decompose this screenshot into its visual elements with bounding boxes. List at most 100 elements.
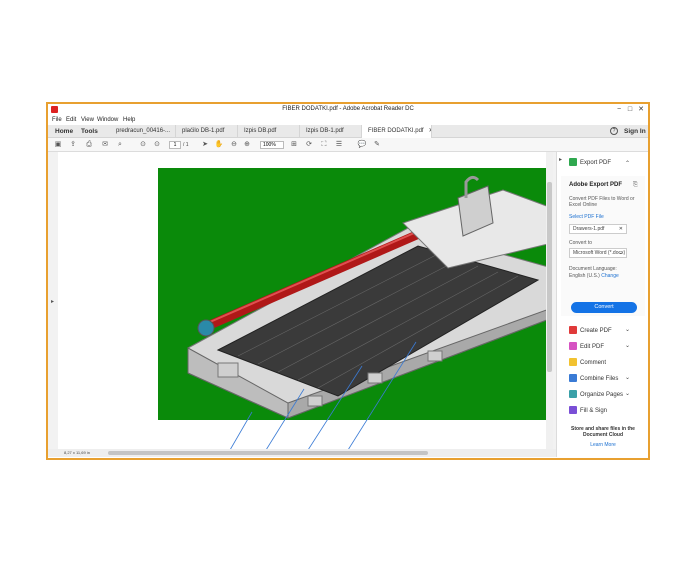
tab-document-active[interactable]: FIBER DODATKI.pdf ✕ [362,125,432,138]
tool-label: Fill & Sign [580,408,608,414]
fit-page-icon[interactable]: ⊞ [289,140,299,150]
convert-to-value: Microsoft Word (*.docx) [573,250,626,256]
help-icon[interactable]: ? [610,127,618,135]
sign-in-link[interactable]: Sign In [624,128,646,135]
combine-files-icon [569,374,577,383]
document-language-label: Document Language: [569,266,617,272]
window-title: FIBER DODATKI.pdf - Adobe Acrobat Reader… [282,106,414,112]
chevron-down-icon[interactable]: ⌄ [625,374,630,381]
menu-bar: File Edit View Window Help [48,116,648,125]
nav-home[interactable]: Home [55,128,73,135]
main-toolbar: ▣ ⇪ ⎙ ✉ ⌕ ⊙ ⊙ 1 / 1 ➤ ✋ ⊖ ⊕ 100% ⊞ ⟳ ⛶ ☰… [48,138,648,152]
horizontal-scrollbar[interactable]: 8,27 x 11,69 in [48,449,556,457]
tab-label: FIBER DODATKI.pdf [368,128,424,134]
tool-label: Organize Pages [580,392,624,398]
tab-label: plaćilo DB-1.pdf [182,128,225,134]
document-cloud-promo: Store and share files in the Document Cl… [561,426,645,448]
adobe-export-heading: Adobe Export PDF [569,182,623,188]
remove-file-icon[interactable]: ✕ [619,225,623,234]
edit-pdf-icon [569,342,577,351]
tab-document[interactable]: plaćilo DB-1.pdf [176,125,238,138]
maximize-button[interactable]: □ [625,105,635,115]
page-number-input[interactable]: 1 [169,141,181,149]
page-total: / 1 [183,142,189,148]
tool-comment[interactable]: Comment [569,358,606,368]
fill-sign-icon [569,406,577,415]
right-panel-toggle-icon[interactable]: ▸ [559,156,562,163]
tool-label: Combine Files [580,376,619,382]
tab-label: predracun_00416-... [116,128,171,134]
convert-button[interactable]: Convert [571,302,637,313]
tab-document[interactable]: predracun_00416-... [110,125,176,138]
minimize-button[interactable]: − [614,105,624,115]
chevron-up-icon[interactable]: ⌃ [625,160,630,167]
export-pdf-label: Export PDF [580,160,612,166]
export-description: Convert PDF Files to Word or Excel Onlin… [569,196,635,208]
highlight-pen-icon[interactable]: ✎ [372,140,382,150]
horizontal-scroll-thumb[interactable] [108,451,428,455]
zoom-in-icon[interactable]: ⊕ [242,140,252,150]
tab-close-icon[interactable]: ✕ [429,128,431,134]
learn-more-link[interactable]: Learn More [561,442,645,448]
tab-bar: Home Tools predracun_00416-... plaćilo D… [48,125,648,138]
comment-icon [569,358,577,367]
export-pdf-header[interactable]: Export PDF [569,158,611,168]
tab-document[interactable]: Izpis DB-1.pdf [300,125,362,138]
rotate-icon[interactable]: ⟳ [304,140,314,150]
convert-to-select[interactable]: Microsoft Word (*.docx) ⌄ [569,248,627,258]
chevron-down-icon[interactable]: ⌄ [625,390,630,397]
scroll-mode-icon[interactable]: ☰ [334,140,344,150]
menu-help[interactable]: Help [123,117,135,123]
select-arrow-icon[interactable]: ➤ [200,140,210,150]
document-language-row: English (U.S.) Change [569,273,619,279]
create-pdf-icon [569,326,577,335]
tool-organize-pages[interactable]: Organize Pages [569,390,623,400]
close-button[interactable]: ✕ [636,105,646,115]
hand-tool-icon[interactable]: ✋ [214,140,224,150]
upload-icon[interactable]: ⇪ [68,140,78,150]
search-icon[interactable]: ⌕ [115,140,125,150]
zoom-select[interactable]: 100% [260,141,284,149]
page-size-label: 8,27 x 11,69 in [64,450,90,455]
tool-edit-pdf[interactable]: Edit PDF [569,342,604,352]
selected-file-name: Drawers-1.pdf [573,226,605,232]
tab-document[interactable]: Izpis DB.pdf [238,125,300,138]
document-language-value: English (U.S.) [569,273,600,279]
selected-file-field[interactable]: Drawers-1.pdf ✕ [569,224,627,234]
menu-file[interactable]: File [52,117,62,123]
vertical-scrollbar[interactable] [546,152,553,452]
document-area: ▸ 8,27 x 11,69 in [48,152,556,457]
menu-view[interactable]: View [81,117,94,123]
menu-edit[interactable]: Edit [66,117,76,123]
change-language-link[interactable]: Change [601,273,619,279]
page-up-icon[interactable]: ⊙ [138,140,148,150]
tool-combine-files[interactable]: Combine Files [569,374,618,384]
select-pdf-file-link[interactable]: Select PDF File [569,214,604,220]
vertical-scroll-thumb[interactable] [547,182,552,372]
full-screen-icon[interactable]: ⛶ [319,140,329,150]
title-bar: FIBER DODATKI.pdf - Adobe Acrobat Reader… [48,104,648,116]
acrobat-window: FIBER DODATKI.pdf - Adobe Acrobat Reader… [46,102,650,460]
tab-label: Izpis DB.pdf [244,128,277,134]
tool-label: Create PDF [580,328,612,334]
export-settings-icon[interactable]: ⎘ [633,182,638,189]
share-text: Store and share files in the Document Cl… [571,426,635,438]
left-panel-toggle-icon[interactable]: ▸ [51,298,54,305]
email-icon[interactable]: ✉ [100,140,110,150]
menu-window[interactable]: Window [97,117,118,123]
chevron-down-icon: ⌄ [618,250,623,256]
nav-tools[interactable]: Tools [81,128,98,135]
chevron-down-icon[interactable]: ⌄ [625,326,630,333]
tool-fill-sign[interactable]: Fill & Sign [569,406,607,416]
save-icon[interactable]: ▣ [53,140,63,150]
zoom-out-icon[interactable]: ⊖ [229,140,239,150]
comment-tool-icon[interactable]: 💬 [357,140,367,150]
tool-label: Edit PDF [580,344,605,350]
print-icon[interactable]: ⎙ [84,140,94,150]
tool-create-pdf[interactable]: Create PDF [569,326,612,336]
export-pdf-panel: Adobe Export PDF ⎘ Convert PDF Files to … [561,176,645,316]
chevron-down-icon[interactable]: ⌄ [625,342,630,349]
export-pdf-icon [569,158,577,167]
page-down-icon[interactable]: ⊙ [152,140,162,150]
right-tools-pane: ▸ Export PDF ⌃ Adobe Export PDF ⎘ Conver… [556,152,648,457]
